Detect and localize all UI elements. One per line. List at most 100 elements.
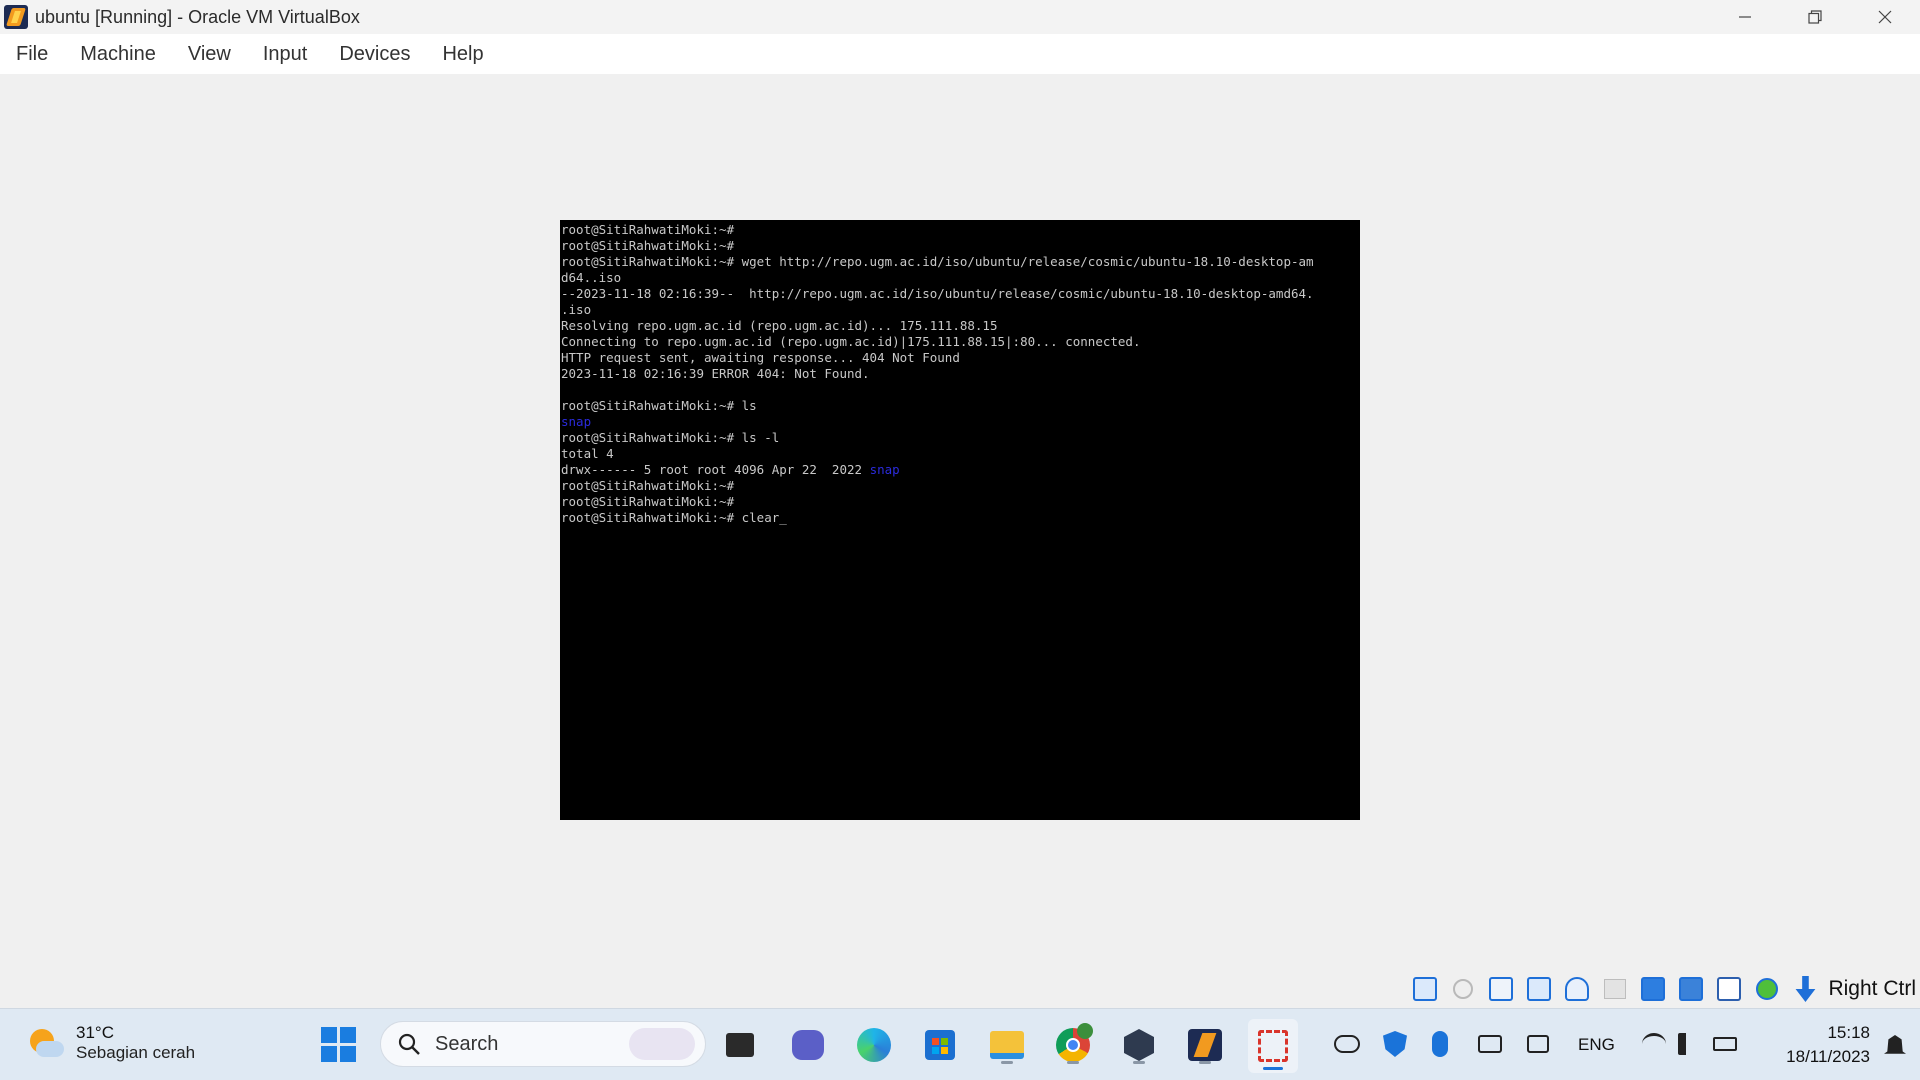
terminal-line: --2023-11-18 02:16:39-- http://repo.ugm.… <box>561 286 1360 302</box>
file-explorer-button[interactable] <box>985 1023 1029 1067</box>
terminal-line: root@SitiRahwatiMoki:~# <box>561 238 1360 254</box>
task-view-icon <box>726 1033 754 1057</box>
terminal-text: root@SitiRahwatiMoki:~# clear <box>561 510 780 525</box>
chrome-button[interactable] <box>1051 1023 1095 1067</box>
virtualbox-vm-button[interactable] <box>1183 1023 1227 1067</box>
active-indicator <box>1263 1067 1283 1070</box>
edge-button[interactable] <box>852 1023 896 1067</box>
terminal-line: total 4 <box>561 446 1360 462</box>
recording-icon[interactable] <box>1676 974 1706 1004</box>
menu-devices[interactable]: Devices <box>339 43 410 66</box>
mouse-integration-icon[interactable] <box>1752 974 1782 1004</box>
terminal-text: Connecting to repo.ugm.ac.id (repo.ugm.a… <box>561 334 1141 349</box>
terminal-text: root@SitiRahwatiMoki:~# <box>561 478 735 493</box>
audio-icon[interactable] <box>1486 974 1516 1004</box>
terminal-text: drwx------ 5 root root 4096 Apr 22 2022 <box>561 462 870 477</box>
hard-disk-icon[interactable] <box>1410 974 1440 1004</box>
usb-icon[interactable] <box>1562 974 1592 1004</box>
terminal-line: Resolving repo.ugm.ac.id (repo.ugm.ac.id… <box>561 318 1360 334</box>
terminal-line: root@SitiRahwatiMoki:~# <box>561 478 1360 494</box>
terminal-line: Connecting to repo.ugm.ac.id (repo.ugm.a… <box>561 334 1360 350</box>
menu-machine[interactable]: Machine <box>80 43 156 66</box>
terminal-line: root@SitiRahwatiMoki:~# ls -l <box>561 430 1360 446</box>
cloud-offline-icon[interactable] <box>1334 1035 1360 1053</box>
virtualbox-manager-button[interactable] <box>1117 1023 1161 1067</box>
display-icon[interactable] <box>1638 974 1668 1004</box>
terminal-text: root@SitiRahwatiMoki:~# ls <box>561 398 757 413</box>
host-key-label: Right Ctrl <box>1828 977 1916 1000</box>
tablet-mode-icon[interactable] <box>1527 1035 1549 1053</box>
close-button[interactable] <box>1850 0 1920 34</box>
language-indicator[interactable]: ENG <box>1578 1035 1615 1055</box>
chat-icon <box>792 1030 824 1060</box>
restore-button[interactable] <box>1780 0 1850 34</box>
virtualbox-vm-icon <box>1188 1029 1222 1061</box>
terminal-line: root@SitiRahwatiMoki:~# <box>561 494 1360 510</box>
menu-file[interactable]: File <box>16 43 48 66</box>
terminal-text: root@SitiRahwatiMoki:~# <box>561 222 735 237</box>
running-indicator <box>1001 1061 1013 1064</box>
terminal-line: root@SitiRahwatiMoki:~# ls <box>561 398 1360 414</box>
wifi-icon[interactable] <box>1642 1033 1666 1055</box>
clock-time: 15:18 <box>1827 1023 1870 1042</box>
terminal-line: 2023-11-18 02:16:39 ERROR 404: Not Found… <box>561 366 1360 382</box>
terminal-text: total 4 <box>561 446 614 461</box>
search-highlight-icon <box>629 1028 695 1060</box>
running-indicator <box>1133 1061 1145 1064</box>
terminal-text: .iso <box>561 302 592 317</box>
edge-icon <box>857 1028 891 1062</box>
terminal-line: snap <box>561 414 1360 430</box>
vm-display-area[interactable]: root@SitiRahwatiMoki:~# root@SitiRahwati… <box>0 74 1920 1008</box>
teams-chat-button[interactable] <box>786 1023 830 1067</box>
store-button[interactable] <box>918 1023 962 1067</box>
notification-bell-icon[interactable] <box>1884 1035 1906 1054</box>
battery-icon[interactable] <box>1713 1037 1737 1051</box>
close-icon <box>1878 10 1892 24</box>
terminal-line: root@SitiRahwatiMoki:~# wget http://repo… <box>561 254 1360 270</box>
terminal-text: root@SitiRahwatiMoki:~# <box>561 238 735 253</box>
folder-icon <box>990 1031 1024 1059</box>
terminal-line: root@SitiRahwatiMoki:~# <box>561 222 1360 238</box>
menu-input[interactable]: Input <box>263 43 307 66</box>
vm-terminal-screen[interactable]: root@SitiRahwatiMoki:~# root@SitiRahwati… <box>560 220 1360 820</box>
system-clock[interactable]: 15:18 18/11/2023 <box>1786 1021 1870 1069</box>
keyboard-capture-icon[interactable] <box>1790 974 1820 1004</box>
terminal-text: root@SitiRahwatiMoki:~# ls -l <box>561 430 780 445</box>
weather-widget[interactable]: 31°C Sebagian cerah <box>26 1023 195 1063</box>
menu-bar: File Machine View Input Devices Help <box>0 34 1920 74</box>
terminal-directory-name: snap <box>561 414 592 429</box>
menu-help[interactable]: Help <box>442 43 483 66</box>
network-icon[interactable] <box>1524 974 1554 1004</box>
security-shield-icon[interactable] <box>1383 1031 1407 1057</box>
cube-icon <box>1124 1029 1154 1061</box>
terminal-directory-name: snap <box>869 462 900 477</box>
terminal-text: --2023-11-18 02:16:39-- http://repo.ugm.… <box>561 286 1314 301</box>
title-bar: ubuntu [Running] - Oracle VM VirtualBox <box>0 0 1920 34</box>
keyboard-icon[interactable] <box>1478 1035 1502 1053</box>
task-view-button[interactable] <box>718 1023 762 1067</box>
virtualbox-app-icon <box>4 5 28 29</box>
restore-icon <box>1808 10 1822 24</box>
minimize-button[interactable] <box>1710 0 1780 34</box>
shared-folders-icon[interactable] <box>1600 974 1630 1004</box>
optical-drive-icon[interactable] <box>1448 974 1478 1004</box>
terminal-line: d64..iso <box>561 270 1360 286</box>
snipping-tool-button[interactable] <box>1248 1019 1298 1073</box>
taskbar: 31°C Sebagian cerah Search ENG 15:18 18/… <box>0 1008 1920 1080</box>
terminal-line: root@SitiRahwatiMoki:~# clear_ <box>561 510 1360 526</box>
terminal-text: HTTP request sent, awaiting response... … <box>561 350 960 365</box>
menu-view[interactable]: View <box>188 43 231 66</box>
weather-temperature: 31°C <box>76 1023 114 1042</box>
terminal-text: Resolving repo.ugm.ac.id (repo.ugm.ac.id… <box>561 318 998 333</box>
taskbar-search[interactable]: Search <box>380 1021 706 1067</box>
terminal-text: d64..iso <box>561 270 622 285</box>
vt-x-icon[interactable] <box>1714 974 1744 1004</box>
start-button[interactable] <box>317 1023 361 1067</box>
search-icon <box>398 1033 420 1055</box>
bluetooth-icon[interactable] <box>1432 1031 1448 1057</box>
volume-icon[interactable] <box>1678 1033 1700 1055</box>
terminal-text: root@SitiRahwatiMoki:~# wget http://repo… <box>561 254 1314 269</box>
running-indicator <box>1067 1061 1079 1064</box>
terminal-line: HTTP request sent, awaiting response... … <box>561 350 1360 366</box>
